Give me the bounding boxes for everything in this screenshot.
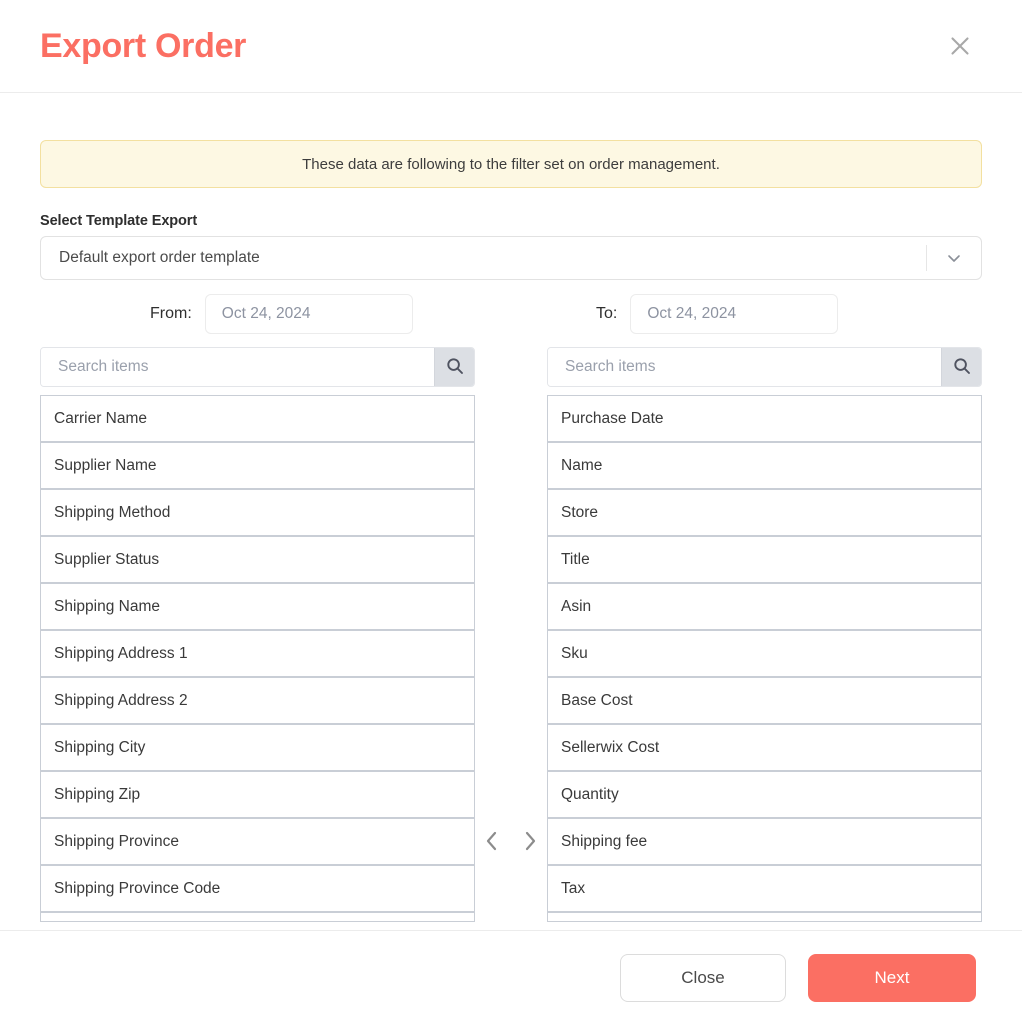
list-item[interactable]: Quantity — [548, 772, 981, 817]
page-title: Export Order — [40, 27, 247, 65]
list-item[interactable]: Shipping Zip — [41, 772, 474, 817]
list-item[interactable]: Purchase Date — [548, 396, 981, 441]
close-button[interactable] — [940, 26, 980, 66]
selected-search-input[interactable] — [548, 348, 941, 386]
close-icon — [947, 33, 973, 59]
list-item[interactable]: Asin — [548, 584, 981, 629]
selected-items-list[interactable]: Purchase Date Name Store Title Asin Sku Base C… — [547, 395, 982, 922]
template-select[interactable]: Default export order template — [40, 236, 982, 280]
selected-panel: Purchase DateNameStoreTitleAsinSkuBase C… — [547, 347, 982, 922]
transfer-widget: Carrier NameSupplier NameShipping Method… — [40, 347, 982, 922]
available-search-button[interactable] — [434, 348, 474, 386]
list-item[interactable]: Shipping Name — [41, 584, 474, 629]
move-left-button[interactable] — [479, 826, 505, 856]
list-item[interactable]: Supplier Status — [41, 537, 474, 582]
transfer-arrow-buttons — [475, 347, 547, 914]
export-order-modal: Export Order These data are following to… — [0, 0, 1022, 1024]
list-item[interactable]: Sku — [548, 631, 981, 676]
list-item[interactable]: Store — [548, 490, 981, 535]
template-select-value: Default export order template — [59, 249, 260, 266]
available-panel: Carrier NameSupplier NameShipping Method… — [40, 347, 475, 922]
list-item[interactable]: Sellerwix Cost — [548, 725, 981, 770]
selected-search-row — [547, 347, 982, 387]
date-from-input[interactable]: Oct 24, 2024 — [204, 294, 413, 334]
list-item[interactable]: Supplier Name — [41, 443, 474, 488]
close-button-footer[interactable]: Close — [620, 953, 786, 1002]
list-item[interactable]: Shipping Method — [41, 490, 474, 535]
list-item[interactable]: Tax — [548, 866, 981, 911]
list-item[interactable]: Base Cost — [548, 678, 981, 723]
modal-header: Export Order — [0, 0, 1022, 93]
next-button[interactable]: Next — [808, 953, 976, 1002]
search-icon — [953, 357, 971, 378]
modal-footer: Close Next — [0, 930, 1022, 1024]
list-item[interactable]: Name — [548, 443, 981, 488]
list-item[interactable] — [41, 913, 474, 921]
available-items-list[interactable]: Carrier Name Supplier Name Shipping Method… — [40, 395, 475, 922]
chevron-right-icon — [519, 828, 541, 854]
chevron-left-icon — [481, 828, 503, 854]
list-item[interactable]: Shipping Address 2 — [41, 678, 474, 723]
date-from-group: From: Oct 24, 2024 — [40, 294, 511, 334]
list-item[interactable]: Shipping Province Code — [41, 866, 474, 911]
list-item[interactable]: Shipping City — [41, 725, 474, 770]
date-to-label: To: — [596, 305, 618, 322]
template-label: Select Template Export — [40, 213, 198, 229]
list-item[interactable]: Carrier Name — [41, 396, 474, 441]
date-to-group: To: Oct 24, 2024 — [511, 294, 982, 334]
selected-search-button[interactable] — [941, 348, 981, 386]
date-range-row: From: Oct 24, 2024 To: Oct 24, 2024 — [40, 294, 982, 334]
date-to-input[interactable]: Oct 24, 2024 — [630, 294, 839, 334]
filter-notice-text: These data are following to the filter s… — [302, 155, 720, 173]
list-item[interactable] — [548, 913, 981, 921]
available-search-input[interactable] — [41, 348, 434, 386]
modal-body: These data are following to the filter s… — [0, 93, 1022, 930]
list-item[interactable]: Shipping Address 1 — [41, 631, 474, 676]
chevron-down-icon[interactable] — [927, 248, 981, 268]
list-item[interactable]: Shipping fee — [548, 819, 981, 864]
search-icon — [446, 357, 464, 378]
list-item[interactable]: Title — [548, 537, 981, 582]
date-from-label: From: — [150, 305, 192, 322]
list-item[interactable]: Shipping Province — [41, 819, 474, 864]
filter-notice-banner: These data are following to the filter s… — [40, 140, 982, 188]
available-search-row — [40, 347, 475, 387]
move-right-button[interactable] — [517, 826, 543, 856]
